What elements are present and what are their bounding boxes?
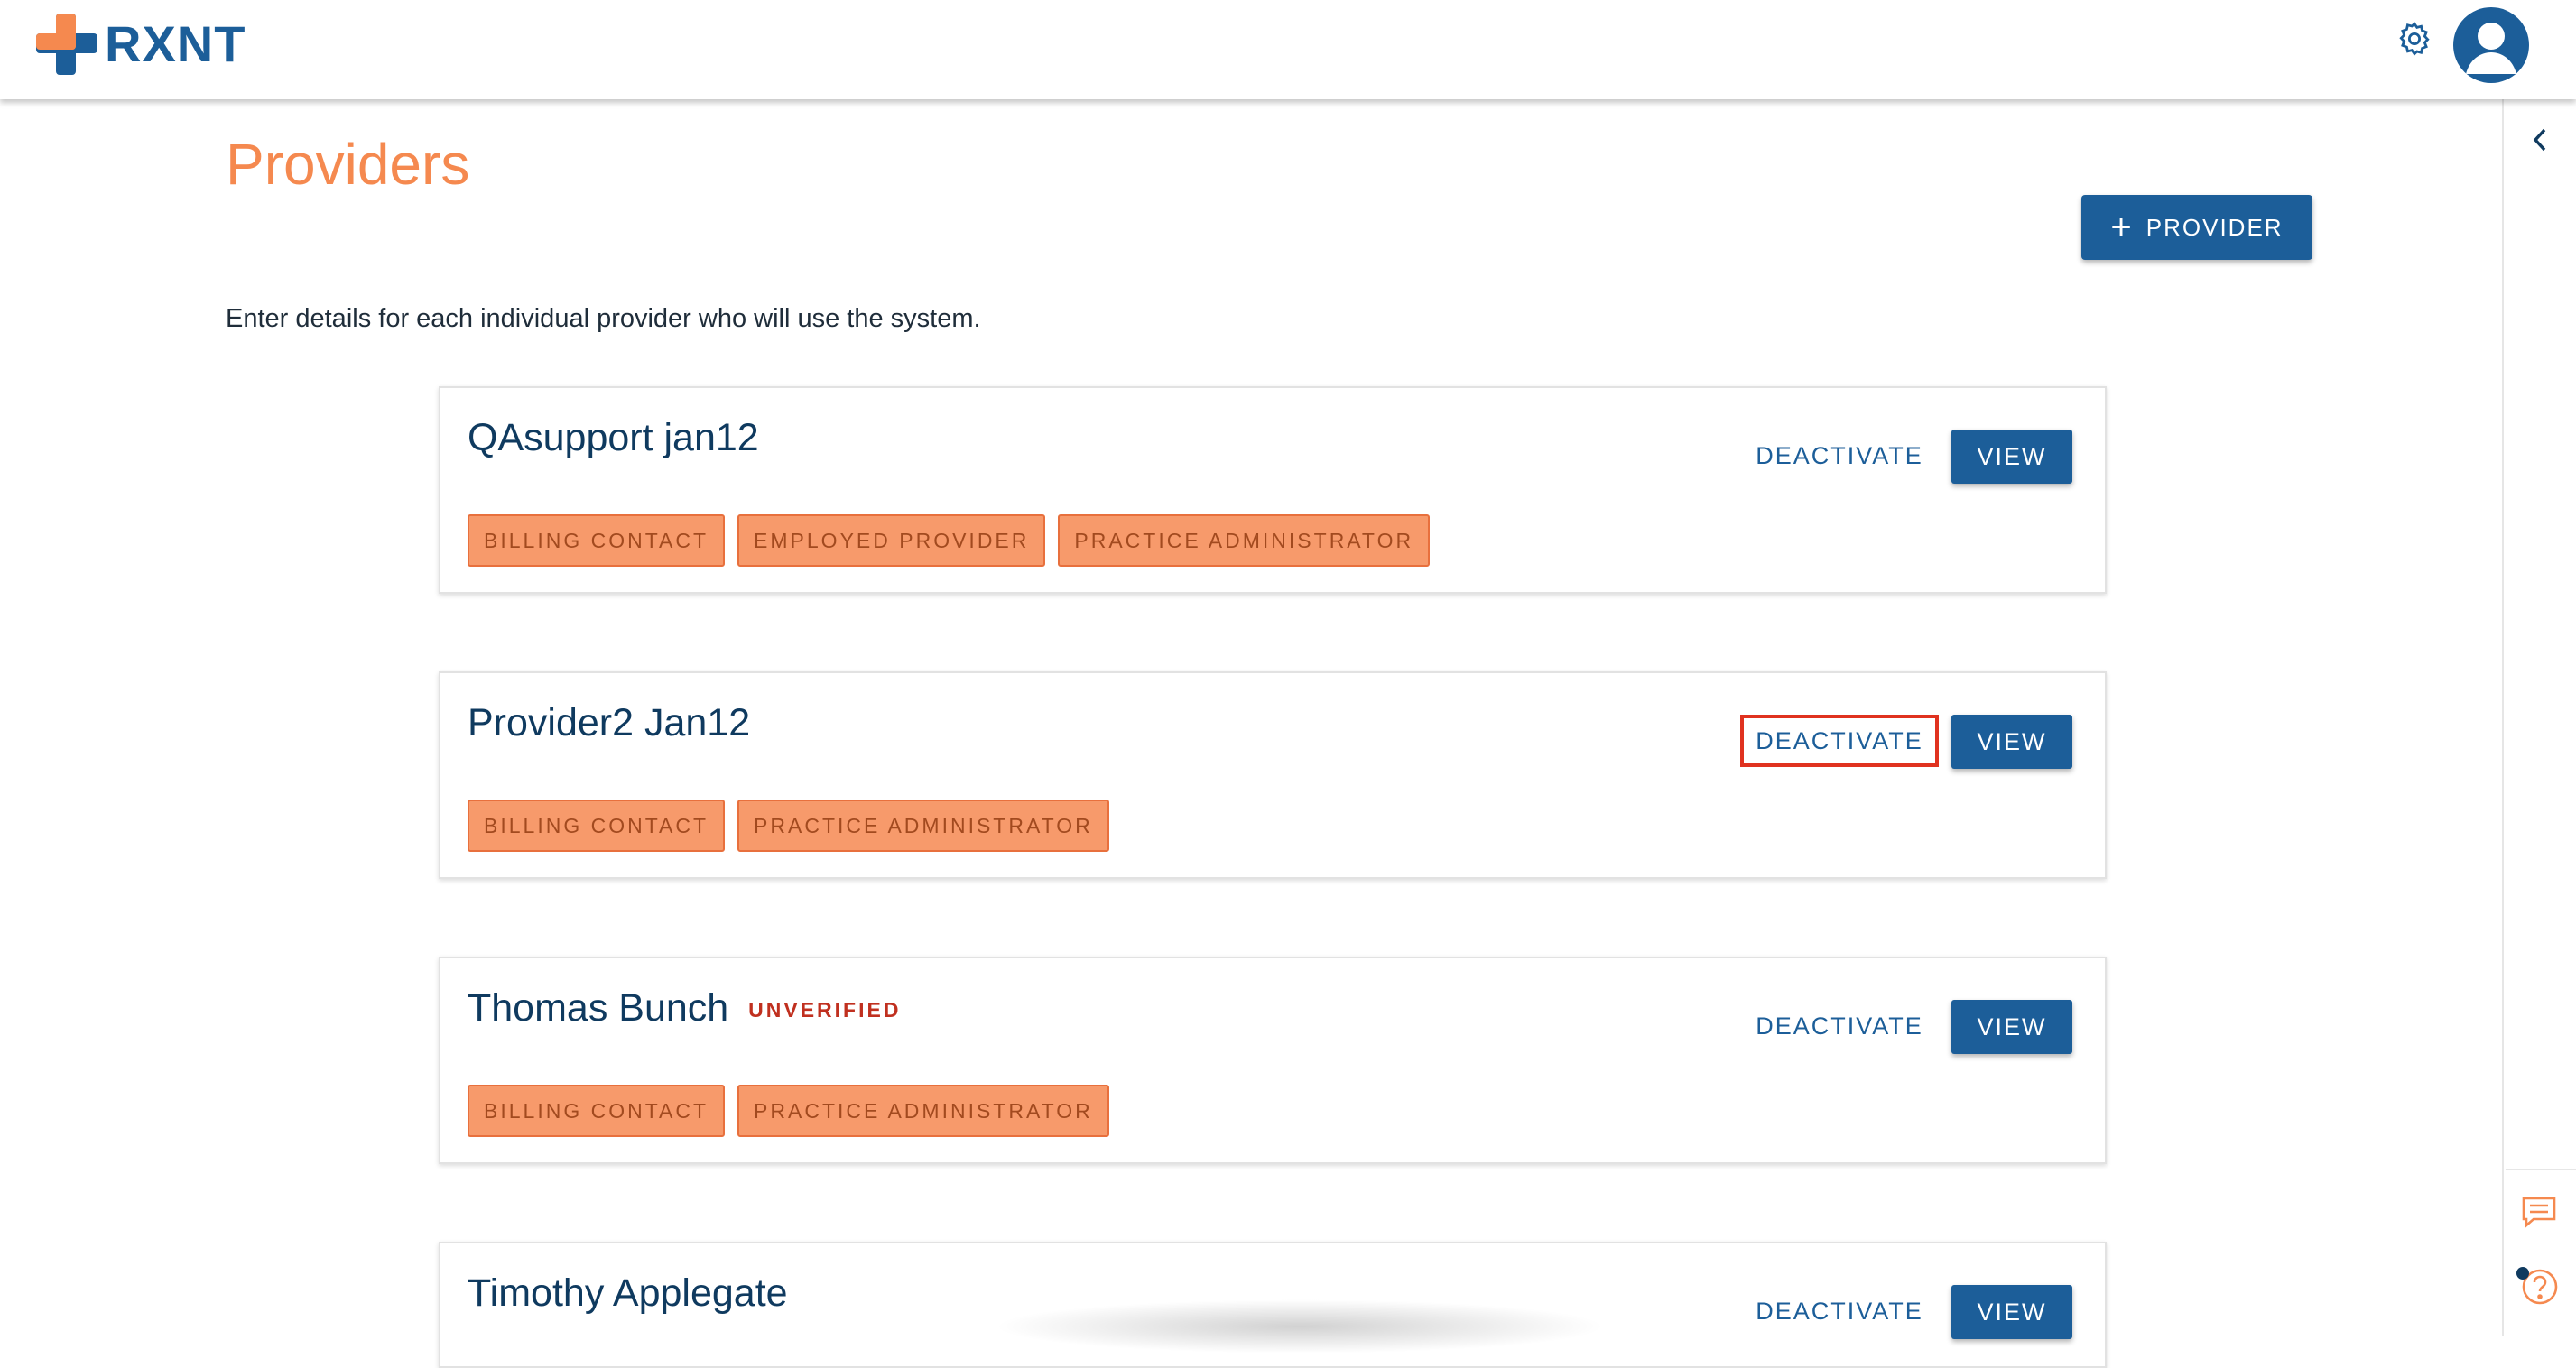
provider-card: Provider2 Jan12 DEACTIVATE VIEW BILLING … <box>439 671 2107 879</box>
chat-icon[interactable] <box>2520 1195 2558 1229</box>
role-tag: PRACTICE ADMINISTRATOR <box>737 800 1109 852</box>
gear-icon[interactable] <box>2395 20 2433 58</box>
provider-name: Provider2 Jan12 <box>468 701 751 744</box>
provider-name-row: Thomas Bunch UNVERIFIED <box>468 985 901 1032</box>
view-button[interactable]: VIEW <box>1951 430 2072 484</box>
logo-text: RXNT <box>105 15 246 72</box>
role-tags: BILLING CONTACT EMPLOYED PROVIDER PRACTI… <box>468 514 1431 567</box>
provider-card: Thomas Bunch UNVERIFIED DEACTIVATE VIEW … <box>439 957 2107 1164</box>
notification-dot <box>2516 1267 2529 1280</box>
add-provider-button[interactable]: + PROVIDER <box>2081 195 2312 260</box>
provider-name: Thomas Bunch <box>468 986 729 1030</box>
provider-card: QAsupport jan12 DEACTIVATE VIEW BILLING … <box>439 386 2107 594</box>
rxnt-logo[interactable]: RXNT <box>36 13 246 76</box>
role-tag: EMPLOYED PROVIDER <box>737 514 1046 567</box>
role-tag: BILLING CONTACT <box>468 514 726 567</box>
deactivate-button[interactable]: DEACTIVATE <box>1740 1000 1939 1052</box>
avatar[interactable] <box>2453 7 2529 83</box>
provider-name: QAsupport jan12 <box>468 416 759 459</box>
scroll-shadow <box>993 1299 1607 1354</box>
deactivate-button[interactable]: DEACTIVATE <box>1740 715 1939 767</box>
page-subtitle: Enter details for each individual provid… <box>226 304 981 333</box>
role-tags: BILLING CONTACT PRACTICE ADMINISTRATOR <box>468 800 1109 852</box>
role-tag: BILLING CONTACT <box>468 1085 726 1137</box>
view-button[interactable]: VIEW <box>1951 1000 2072 1054</box>
chevron-left-icon[interactable] <box>2527 125 2553 155</box>
status-badge: UNVERIFIED <box>748 997 902 1021</box>
right-sidebar <box>2502 99 2576 1336</box>
page-title: Providers <box>226 132 470 197</box>
sidebar-divider <box>2506 1169 2576 1170</box>
view-button[interactable]: VIEW <box>1951 715 2072 769</box>
role-tag: PRACTICE ADMINISTRATOR <box>737 1085 1109 1137</box>
top-header: RXNT <box>0 0 2576 99</box>
logo-cross-icon <box>36 14 97 75</box>
role-tags: BILLING CONTACT PRACTICE ADMINISTRATOR <box>468 1085 1109 1137</box>
deactivate-button[interactable]: DEACTIVATE <box>1740 1285 1939 1337</box>
role-tag: BILLING CONTACT <box>468 800 726 852</box>
deactivate-button[interactable]: DEACTIVATE <box>1740 430 1939 482</box>
view-button[interactable]: VIEW <box>1951 1285 2072 1339</box>
plus-icon: + <box>2110 208 2134 247</box>
add-provider-label: PROVIDER <box>2145 213 2284 241</box>
role-tag: PRACTICE ADMINISTRATOR <box>1058 514 1431 567</box>
provider-name: Timothy Applegate <box>468 1271 788 1315</box>
